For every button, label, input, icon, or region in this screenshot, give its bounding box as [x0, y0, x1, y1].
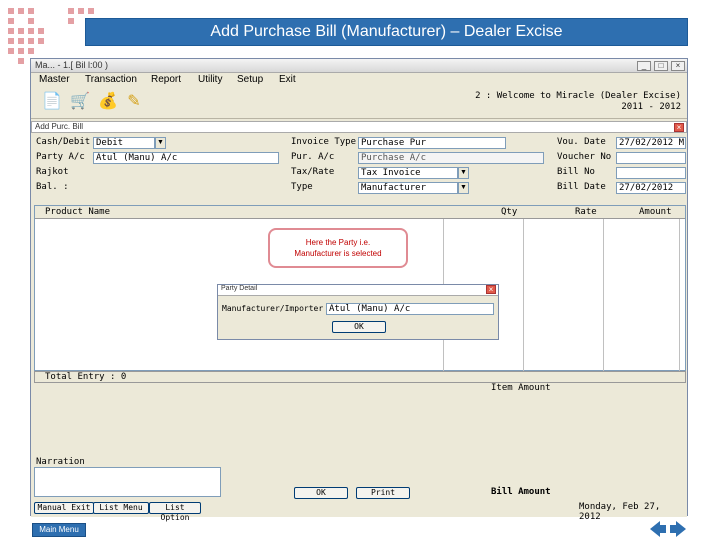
pur-ac-label: Pur. A/c	[291, 152, 335, 162]
col-qty[interactable]: Qty	[501, 207, 517, 217]
invoice-type-input[interactable]: Purchase Pur	[358, 137, 506, 149]
minimize-button[interactable]: _	[637, 61, 651, 71]
slide-title: Add Purchase Bill (Manufacturer) – Deale…	[210, 23, 563, 40]
money-bag-icon[interactable]: 💰	[97, 91, 119, 113]
edit-icon[interactable]: ✎	[123, 91, 145, 113]
total-bar: Total Entry : 0	[34, 371, 686, 383]
callout-line-1: Here the Party i.e.	[305, 238, 371, 247]
maximize-button[interactable]: □	[654, 61, 668, 71]
callout-line-2: Manufacturer is selected	[294, 249, 382, 258]
dialog-ok-button[interactable]: OK	[332, 321, 386, 333]
narration-label: Narration	[36, 457, 85, 467]
bill-close-button[interactable]: ×	[674, 123, 684, 132]
bill-title: Add Purc. Bill	[35, 122, 84, 131]
grid-divider	[603, 219, 604, 371]
type-select[interactable]: Manufacturer	[358, 182, 458, 194]
ok-button[interactable]: OK	[294, 487, 348, 499]
cash-debit-dropdown[interactable]: ▼	[155, 137, 166, 149]
bill-no-label: Bill No	[557, 167, 595, 177]
narration-input[interactable]	[34, 467, 221, 497]
party-detail-dialog: Party Detail × Manufacturer/Importer Atu…	[217, 284, 499, 340]
balance-label: Bal. :	[36, 182, 69, 192]
menu-exit[interactable]: Exit	[279, 74, 296, 85]
vou-date-label: Vou. Date	[557, 137, 606, 147]
vou-date-input[interactable]: 27/02/2012 M	[616, 137, 686, 149]
party-ac-input[interactable]: Atul (Manu) A/c	[93, 152, 279, 164]
menu-utility[interactable]: Utility	[198, 74, 222, 85]
col-product-name[interactable]: Product Name	[45, 207, 110, 217]
next-arrow-icon[interactable]	[670, 521, 686, 537]
grid-header: Product Name Qty Rate Amount	[35, 206, 685, 219]
bill-amount-label: Bill Amount	[491, 487, 551, 497]
financial-year: 2011 - 2012	[621, 102, 681, 112]
menu-setup[interactable]: Setup	[237, 74, 263, 85]
list-menu-button[interactable]: List Menu	[93, 502, 149, 514]
menu-report[interactable]: Report	[151, 74, 181, 85]
main-menu-button[interactable]: Main Menu	[32, 523, 86, 537]
manual-exit-button[interactable]: Manual Exit	[34, 502, 94, 514]
tax-rate-select[interactable]: Tax Invoice	[358, 167, 458, 179]
manufacturer-label: Manufacturer/Importer	[222, 304, 324, 313]
dialog-title-bar: Party Detail ×	[218, 285, 498, 296]
party-ac-label: Party A/c	[36, 152, 85, 162]
annotation-callout: Here the Party i.e. Manufacturer is sele…	[268, 228, 408, 268]
document-icon[interactable]: 📄	[41, 91, 63, 113]
voucher-no-label: Voucher No	[557, 152, 612, 162]
slide: Add Purchase Bill (Manufacturer) – Deale…	[0, 0, 720, 540]
type-dropdown[interactable]: ▼	[458, 182, 469, 194]
close-button[interactable]: ×	[671, 61, 685, 71]
prev-arrow-icon[interactable]	[650, 521, 666, 537]
type-label: Type	[291, 182, 313, 192]
total-entry: Total Entry : 0	[45, 372, 127, 382]
col-amount[interactable]: Amount	[639, 207, 672, 217]
bill-date-input[interactable]: 27/02/2012	[616, 182, 686, 194]
col-rate[interactable]: Rate	[575, 207, 597, 217]
window-title: Ma... - 1.[ Bil l:00 )	[35, 60, 109, 70]
city-label: Rajkot	[36, 167, 69, 177]
item-amount-label: Item Amount	[491, 383, 551, 393]
bill-date-label: Bill Date	[557, 182, 606, 192]
toolbar: 📄 🛒 💰 ✎ 2 : Welcome to Miracle (Dealer E…	[31, 87, 687, 119]
menu-transaction[interactable]: Transaction	[85, 74, 137, 85]
dialog-title: Party Detail	[221, 285, 258, 292]
tax-rate-label: Tax/Rate	[291, 167, 335, 177]
cash-debit-select[interactable]: Debit	[93, 137, 155, 149]
pur-ac-input[interactable]: Purchase A/c	[358, 152, 544, 164]
status-date: Monday, Feb 27, 2012	[579, 502, 661, 522]
dialog-close-button[interactable]: ×	[486, 285, 496, 294]
bill-title-bar: Add Purc. Bill ×	[31, 121, 687, 133]
window-title-bar: Ma... - 1.[ Bil l:00 ) _ □ ×	[31, 59, 687, 73]
invoice-type-label: Invoice Type	[291, 137, 357, 147]
cash-debit-label: Cash/Debit	[36, 137, 91, 147]
welcome-banner: 2 : Welcome to Miracle (Dealer Excise) 2…	[475, 91, 681, 113]
menu-bar: Master Transaction Report Utility Setup …	[31, 73, 687, 87]
grid-divider	[523, 219, 524, 371]
slide-title-bar: Add Purchase Bill (Manufacturer) – Deale…	[85, 18, 688, 46]
print-button[interactable]: Print	[356, 487, 410, 499]
voucher-no-input[interactable]	[616, 152, 686, 164]
nav-arrows	[650, 521, 686, 537]
grid-divider	[679, 219, 680, 371]
tax-rate-dropdown[interactable]: ▼	[458, 167, 469, 179]
menu-master[interactable]: Master	[39, 74, 70, 85]
list-option-button[interactable]: List Option	[149, 502, 201, 522]
welcome-line: 2 : Welcome to Miracle (Dealer Excise)	[475, 91, 681, 101]
bill-no-input[interactable]	[616, 167, 686, 179]
cart-icon[interactable]: 🛒	[69, 91, 91, 113]
manufacturer-input[interactable]: Atul (Manu) A/c	[326, 303, 494, 315]
